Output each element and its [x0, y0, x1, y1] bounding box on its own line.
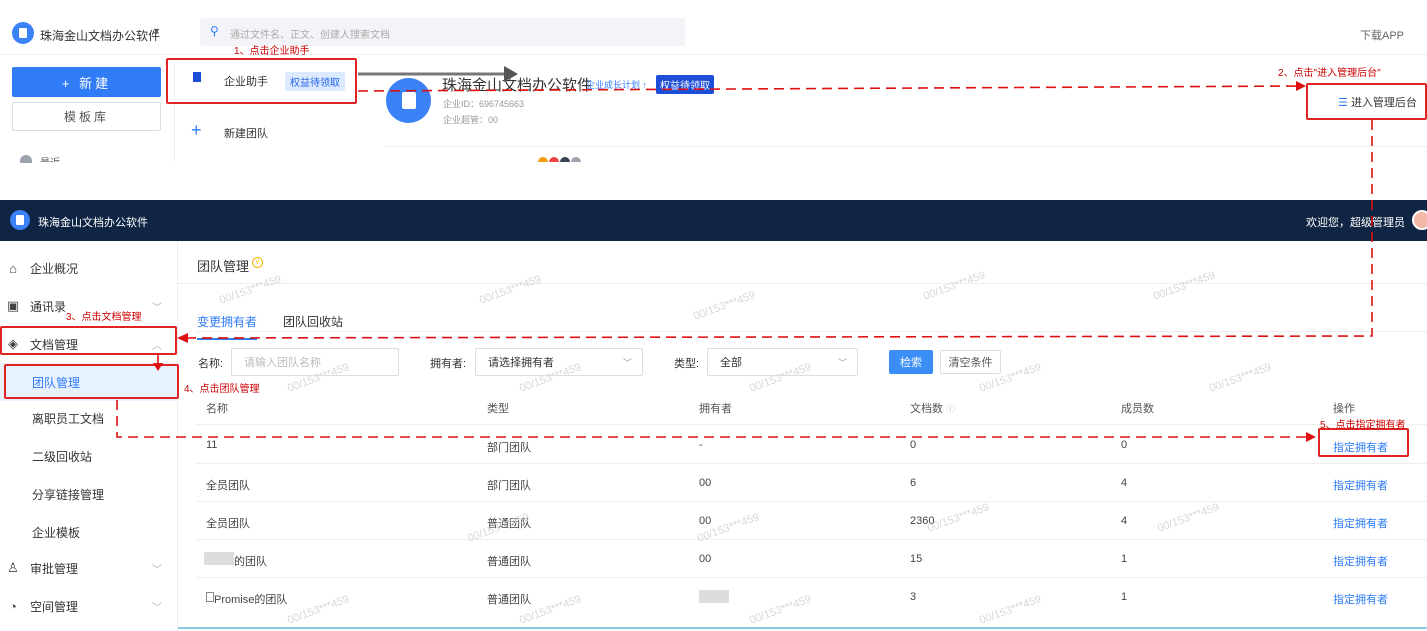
- dashed-arrow-2: [183, 120, 1373, 339]
- arrowhead: [1296, 81, 1306, 91]
- arrowhead: [1306, 432, 1316, 442]
- dashed-arrow-1: [357, 85, 1301, 92]
- gray-arrowhead: [504, 66, 518, 82]
- dashed-arrow-4: [116, 400, 1310, 438]
- annotation-arrows: [116, 66, 1373, 442]
- arrowhead: [177, 333, 188, 343]
- arrowhead: [153, 363, 163, 371]
